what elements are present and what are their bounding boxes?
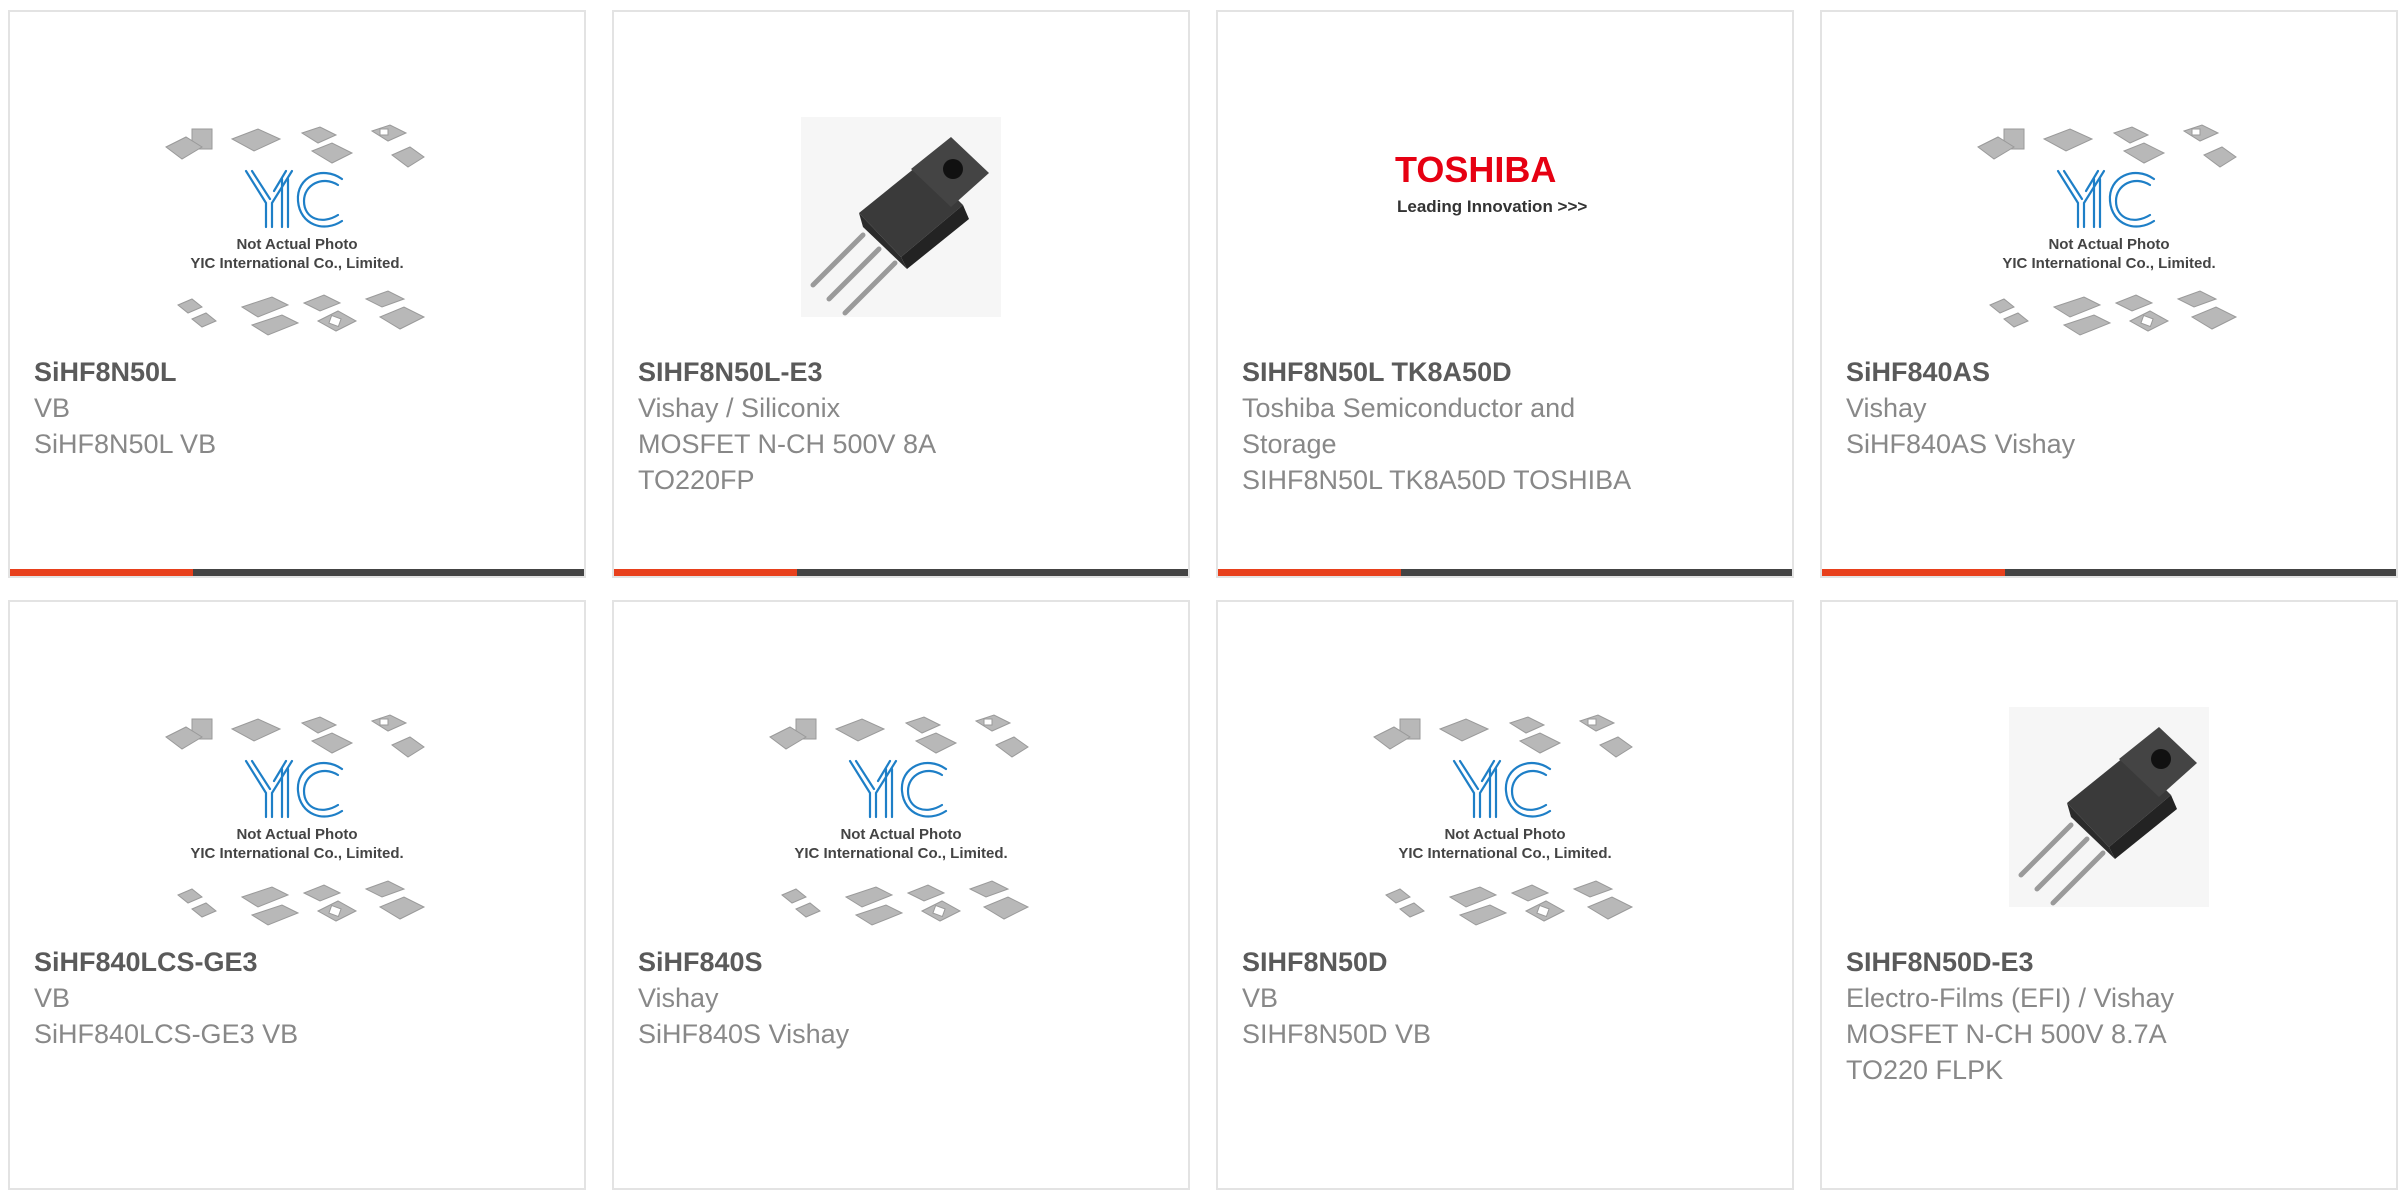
product-name-link[interactable]: SIHF8N50L TK8A50D bbox=[1242, 354, 1768, 390]
product-manufacturer: Electro-Films (EFI) / Vishay bbox=[1846, 983, 2175, 1013]
product-name-link[interactable]: SiHF8N50L bbox=[34, 354, 560, 390]
product-card[interactable]: SIHF8N50L-E3 Vishay / Siliconix MOSFET N-C… bbox=[612, 10, 1190, 578]
product-image[interactable]: Not Actual Photo YIC International Co., … bbox=[10, 92, 584, 362]
product-info: SIHF8N50D-E3 Electro-Films (EFI) / Vishay… bbox=[1846, 944, 2372, 1088]
product-description: SIHF8N50L TK8A50D TOSHIBA bbox=[1242, 465, 1632, 495]
yic-placeholder-icon: Not Actual Photo YIC International Co., … bbox=[165, 124, 426, 336]
placeholder-line2: YIC International Co., Limited. bbox=[190, 255, 403, 272]
yic-placeholder-icon: Not Actual Photo YIC International Co., … bbox=[165, 714, 426, 926]
placeholder-line1: Not Actual Photo bbox=[1444, 826, 1565, 843]
product-image[interactable] bbox=[614, 82, 1188, 352]
product-name-link[interactable]: SiHF840AS bbox=[1846, 354, 2372, 390]
product-card[interactable]: TOSHIBA Leading Innovation >>> SIHF8N50L… bbox=[1216, 10, 1794, 578]
product-image[interactable]: Not Actual Photo YIC International Co., … bbox=[1822, 92, 2396, 362]
product-info: SIHF8N50L-E3 Vishay / Siliconix MOSFET N-C… bbox=[638, 354, 1164, 498]
product-manufacturer: VB bbox=[34, 393, 71, 423]
product-name-link[interactable]: SIHF8N50L-E3 bbox=[638, 354, 1164, 390]
product-description: SiHF840LCS-GE3 VB bbox=[34, 1019, 299, 1049]
product-card[interactable]: Not Actual Photo YIC International Co., … bbox=[612, 600, 1190, 1190]
placeholder-line2: YIC International Co., Limited. bbox=[190, 845, 403, 862]
product-card[interactable]: Not Actual Photo YIC International Co., … bbox=[8, 600, 586, 1190]
product-description: SiHF840AS Vishay bbox=[1846, 429, 2076, 459]
product-card[interactable]: Not Actual Photo YIC International Co., … bbox=[8, 10, 586, 578]
placeholder-line1: Not Actual Photo bbox=[2048, 236, 2169, 253]
product-description: MOSFET N-CH 500V 8A TO220FP bbox=[638, 429, 937, 495]
mosfet-to220fp-icon bbox=[2009, 707, 2209, 907]
product-description: SiHF840S Vishay bbox=[638, 1019, 850, 1049]
product-name-link[interactable]: SiHF840S bbox=[638, 944, 1164, 980]
product-manufacturer: Toshiba Semiconductor and Storage bbox=[1242, 393, 1576, 459]
product-name-link[interactable]: SiHF840LCS-GE3 bbox=[34, 944, 560, 980]
product-info: SiHF8N50L VB SiHF8N50L VB bbox=[34, 354, 560, 462]
card-footer-accent bbox=[614, 569, 797, 576]
card-footer-accent bbox=[1218, 569, 1401, 576]
placeholder-line1: Not Actual Photo bbox=[840, 826, 961, 843]
product-manufacturer: Vishay bbox=[1846, 393, 1927, 423]
placeholder-line1: Not Actual Photo bbox=[236, 236, 357, 253]
toshiba-logo-icon: TOSHIBA Leading Innovation >>> bbox=[1395, 152, 1587, 216]
card-footer-bar bbox=[1218, 569, 1792, 576]
product-info: SIHF8N50D VB SIHF8N50D VB bbox=[1242, 944, 1768, 1052]
product-name-link[interactable]: SIHF8N50D bbox=[1242, 944, 1768, 980]
toshiba-brand: TOSHIBA bbox=[1395, 152, 1556, 190]
product-manufacturer: Vishay / Siliconix bbox=[638, 393, 841, 423]
mosfet-to220fp-icon bbox=[801, 117, 1001, 317]
card-footer-accent bbox=[10, 569, 193, 576]
placeholder-line1: Not Actual Photo bbox=[236, 826, 357, 843]
product-name-link[interactable]: SIHF8N50D-E3 bbox=[1846, 944, 2372, 980]
product-card[interactable]: Not Actual Photo YIC International Co., … bbox=[1820, 10, 2398, 578]
product-image[interactable]: Not Actual Photo YIC International Co., … bbox=[10, 682, 584, 952]
card-footer-accent bbox=[1822, 569, 2005, 576]
card-footer-bar bbox=[614, 569, 1188, 576]
card-footer-bar bbox=[1822, 569, 2396, 576]
product-description: SIHF8N50D VB bbox=[1242, 1019, 1432, 1049]
product-info: SiHF840AS Vishay SiHF840AS Vishay bbox=[1846, 354, 2372, 462]
yic-placeholder-icon: Not Actual Photo YIC International Co., … bbox=[1977, 124, 2238, 336]
product-image[interactable]: Not Actual Photo YIC International Co., … bbox=[614, 682, 1188, 952]
product-card[interactable]: SIHF8N50D-E3 Electro-Films (EFI) / Vishay… bbox=[1820, 600, 2398, 1190]
product-manufacturer: VB bbox=[1242, 983, 1279, 1013]
placeholder-line2: YIC International Co., Limited. bbox=[794, 845, 1007, 862]
product-info: SiHF840S Vishay SiHF840S Vishay bbox=[638, 944, 1164, 1052]
card-footer-bar bbox=[10, 569, 584, 576]
yic-placeholder-icon: Not Actual Photo YIC International Co., … bbox=[1373, 714, 1634, 926]
product-image[interactable] bbox=[1822, 672, 2396, 942]
product-image[interactable]: TOSHIBA Leading Innovation >>> bbox=[1218, 72, 1792, 312]
toshiba-tagline: Leading Innovation >>> bbox=[1397, 197, 1587, 216]
product-manufacturer: Vishay bbox=[638, 983, 719, 1013]
product-description: SiHF8N50L VB bbox=[34, 429, 217, 459]
product-manufacturer: VB bbox=[34, 983, 71, 1013]
yic-placeholder-icon: Not Actual Photo YIC International Co., … bbox=[769, 714, 1030, 926]
product-info: SIHF8N50L TK8A50D Toshiba Semiconductor a… bbox=[1242, 354, 1768, 498]
product-description: MOSFET N-CH 500V 8.7A TO220 FLPK bbox=[1846, 1019, 2167, 1085]
product-card[interactable]: Not Actual Photo YIC International Co., … bbox=[1216, 600, 1794, 1190]
placeholder-line2: YIC International Co., Limited. bbox=[1398, 845, 1611, 862]
placeholder-line2: YIC International Co., Limited. bbox=[2002, 255, 2215, 272]
product-image[interactable]: Not Actual Photo YIC International Co., … bbox=[1218, 682, 1792, 952]
product-info: SiHF840LCS-GE3 VB SiHF840LCS-GE3 VB bbox=[34, 944, 560, 1052]
